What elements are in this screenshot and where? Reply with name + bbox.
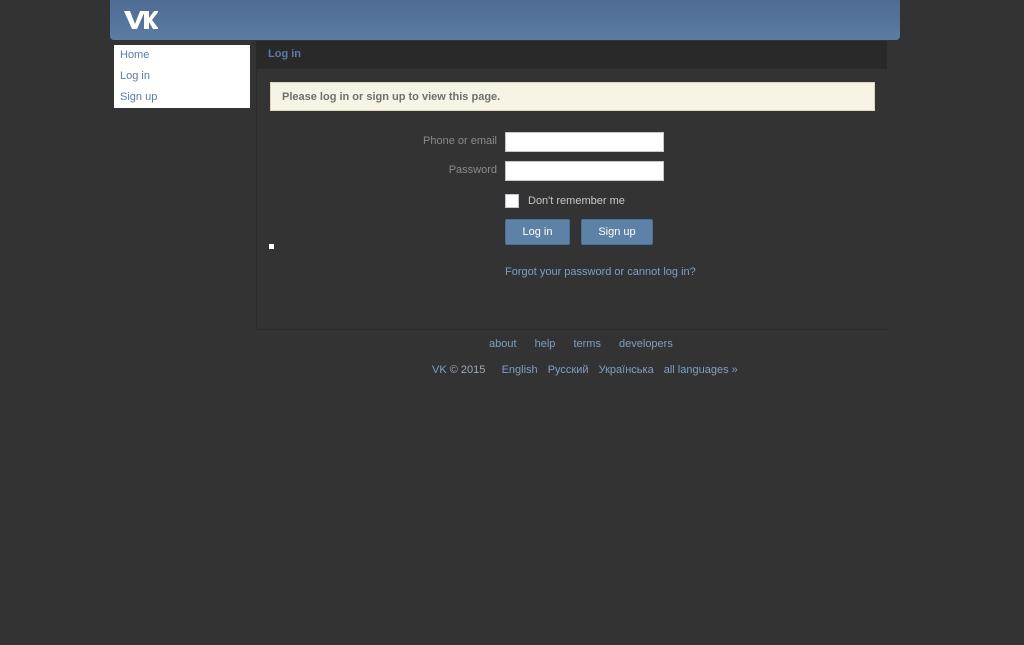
footer-link-about[interactable]: about [489, 338, 517, 350]
vk-logo-icon[interactable] [124, 10, 158, 30]
footer-link-terms[interactable]: terms [573, 338, 601, 350]
login-field-label: Phone or email [423, 135, 497, 147]
password-input[interactable] [505, 161, 664, 181]
language-links: English Русский Українська all languages… [488, 364, 738, 376]
login-panel: Log in Please log in or sign up to view … [256, 41, 887, 330]
language-russian[interactable]: Русский [548, 364, 589, 376]
copyright-text: © 2015 [449, 364, 486, 376]
sidebar-item-home[interactable]: Home [114, 45, 250, 66]
login-required-notice: Please log in or sign up to view this pa… [270, 82, 875, 111]
forgot-password-link[interactable]: Forgot your password or cannot log in? [505, 266, 696, 278]
footer-link-developers[interactable]: developers [619, 338, 673, 350]
sidebar-menu: Home Log in Sign up [114, 45, 250, 108]
dont-remember-checkbox[interactable] [505, 194, 519, 208]
signup-button[interactable]: Sign up [581, 219, 653, 245]
captcha-placeholder-icon [269, 244, 274, 249]
footer-brand[interactable]: VK [432, 364, 447, 376]
footer-copyright: VK © 2015 English Русский Українська all… [432, 364, 738, 376]
page-title: Log in [257, 41, 887, 69]
language-english[interactable]: English [502, 364, 538, 376]
password-field-label: Password [448, 164, 497, 176]
top-header-bar [110, 0, 900, 40]
all-languages-link[interactable]: all languages » [664, 364, 738, 376]
language-ukrainian[interactable]: Українська [599, 364, 654, 376]
page: Home Log in Sign up Log in Please log in… [0, 0, 1024, 645]
login-input[interactable] [505, 132, 664, 152]
sidebar-item-login[interactable]: Log in [114, 66, 250, 87]
dont-remember-label[interactable]: Don't remember me [528, 194, 625, 208]
sidebar-item-signup[interactable]: Sign up [114, 87, 250, 108]
login-button[interactable]: Log in [505, 219, 570, 245]
footer-links: about help terms developers [489, 338, 688, 350]
footer-link-help[interactable]: help [535, 338, 556, 350]
